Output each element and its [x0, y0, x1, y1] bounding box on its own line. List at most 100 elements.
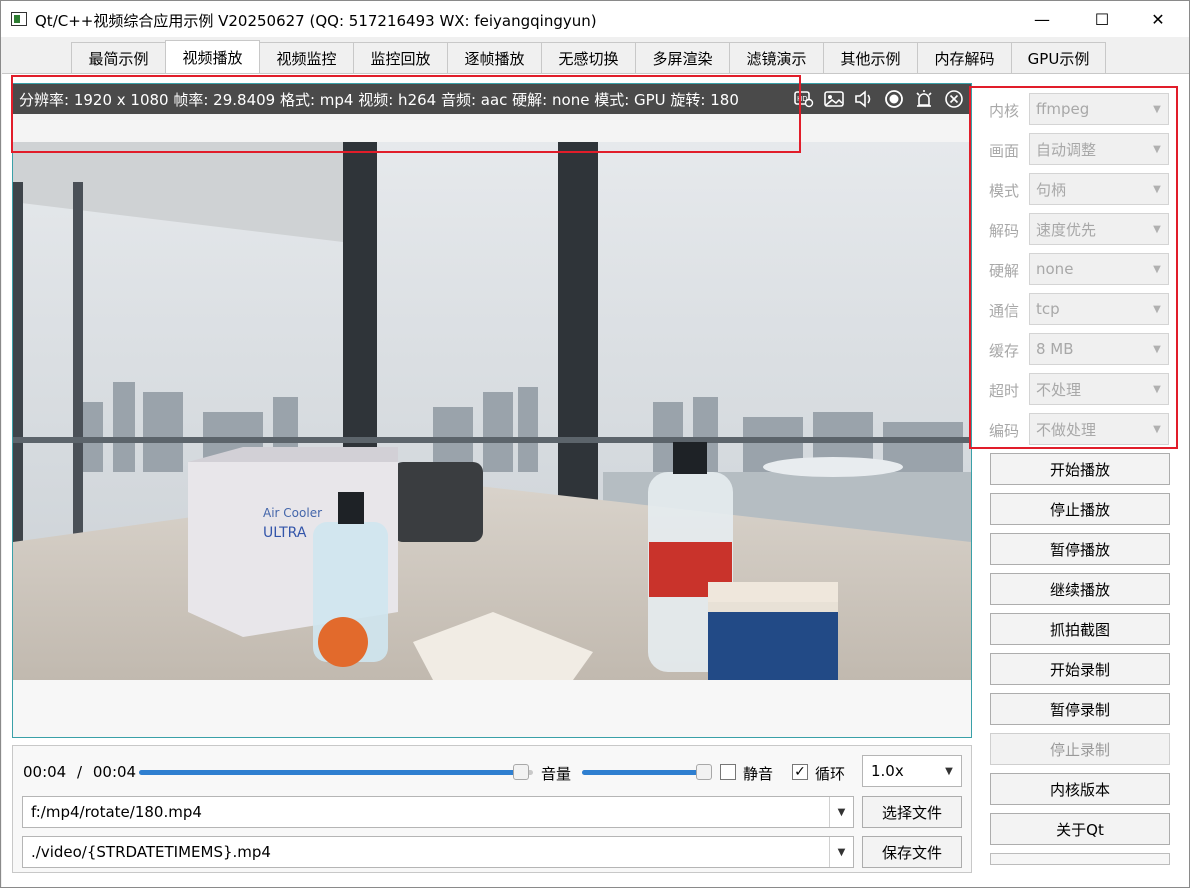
- setting-picture-select[interactable]: 自动调整 ▼: [1029, 133, 1169, 165]
- status-progress: [990, 853, 1170, 865]
- save-file-button[interactable]: 保存文件: [862, 836, 962, 868]
- loop-label[interactable]: 循环: [815, 763, 845, 784]
- pause-play-button[interactable]: 暂停播放: [990, 533, 1170, 565]
- setting-hardware: 硬解 none ▼: [989, 253, 1169, 285]
- playback-controls: 00:04 / 00:04 音量 静音 ✓ 循环 1.0x ▼ f:/mp4/r…: [12, 745, 972, 873]
- capture-icon[interactable]: [883, 88, 905, 110]
- tab-simplest[interactable]: 最简示例: [71, 42, 166, 73]
- save-path-combo[interactable]: ./video/{STRDATETIMEMS}.mp4 ▼: [22, 836, 854, 868]
- setting-mode-label: 模式: [989, 182, 1020, 200]
- tab-multi-screen[interactable]: 多屏渲染: [635, 42, 730, 73]
- setting-picture-value: 自动调整: [1036, 140, 1097, 159]
- setting-encode-value: 不做处理: [1036, 420, 1097, 439]
- close-button[interactable]: ✕: [1135, 1, 1181, 37]
- tab-filter[interactable]: 滤镜演示: [729, 42, 824, 73]
- chevron-down-icon: ▼: [1153, 183, 1161, 195]
- about-qt-button[interactable]: 关于Qt: [990, 813, 1170, 845]
- progress-handle[interactable]: [513, 764, 530, 780]
- chevron-down-icon: ▼: [1153, 263, 1161, 275]
- setting-decode: 解码 速度优先 ▼: [989, 213, 1169, 245]
- chevron-down-icon: ▼: [1153, 383, 1161, 395]
- tab-playback[interactable]: 监控回放: [353, 42, 448, 73]
- tab-other[interactable]: 其他示例: [823, 42, 918, 73]
- setting-encode: 编码 不做处理 ▼: [989, 413, 1169, 445]
- setting-timeout-label: 超时: [989, 382, 1020, 400]
- setting-decode-value: 速度优先: [1036, 220, 1097, 239]
- setting-encode-select[interactable]: 不做处理 ▼: [1029, 413, 1169, 445]
- volume-handle[interactable]: [696, 764, 712, 780]
- setting-transport-label: 通信: [989, 302, 1020, 320]
- loop-checkbox[interactable]: ✓: [792, 764, 808, 780]
- chevron-down-icon: ▼: [1153, 223, 1161, 235]
- alarm-icon[interactable]: [913, 88, 935, 110]
- setting-mode: 模式 句柄 ▼: [989, 173, 1169, 205]
- select-file-button[interactable]: 选择文件: [862, 796, 962, 828]
- record-icon[interactable]: HD: [793, 88, 815, 110]
- video-widget[interactable]: 分辨率: 1920 x 1080 帧率: 29.8409 格式: mp4 视频:…: [12, 83, 972, 738]
- svg-text:Air Cooler: Air Cooler: [263, 506, 322, 520]
- setting-decode-label: 解码: [989, 222, 1020, 240]
- pause-record-button[interactable]: 暂停录制: [990, 693, 1170, 725]
- minimize-button[interactable]: —: [1019, 1, 1065, 37]
- snapshot-button[interactable]: 抓拍截图: [990, 613, 1170, 645]
- tab-gpu[interactable]: GPU示例: [1011, 42, 1106, 73]
- stop-play-button[interactable]: 停止播放: [990, 493, 1170, 525]
- stop-record-button[interactable]: 停止录制: [990, 733, 1170, 765]
- tab-bar: 最简示例 视频播放 视频监控 监控回放 逐帧播放 无感切换 多屏渲染 滤镜演示 …: [71, 40, 1106, 73]
- tab-memory-decode[interactable]: 内存解码: [917, 42, 1012, 73]
- volume-icon[interactable]: [853, 88, 875, 110]
- volume-label: 音量: [541, 765, 572, 783]
- chevron-down-icon: ▼: [1153, 343, 1161, 355]
- setting-mode-value: 句柄: [1036, 180, 1067, 199]
- main-window: Qt/C++视频综合应用示例 V20250627 (QQ: 517216493 …: [0, 0, 1190, 888]
- video-frame: Air Cooler ULTRA: [13, 142, 971, 680]
- file-path-combo[interactable]: f:/mp4/rotate/180.mp4 ▼: [22, 796, 854, 828]
- chevron-down-icon: ▼: [1153, 143, 1161, 155]
- volume-slider[interactable]: [582, 764, 712, 780]
- setting-cache-select[interactable]: 8 MB ▼: [1029, 333, 1169, 365]
- tab-frame-step[interactable]: 逐帧播放: [447, 42, 542, 73]
- tab-video-play[interactable]: 视频播放: [165, 40, 260, 73]
- video-top-margin: [13, 114, 971, 142]
- setting-mode-select[interactable]: 句柄 ▼: [1029, 173, 1169, 205]
- tab-video-monitor[interactable]: 视频监控: [259, 42, 354, 73]
- progress-fill: [139, 770, 522, 775]
- setting-decode-select[interactable]: 速度优先 ▼: [1029, 213, 1169, 245]
- mute-checkbox[interactable]: [720, 764, 736, 780]
- time-total: 00:04: [92, 763, 137, 781]
- chevron-down-icon: ▼: [829, 837, 853, 867]
- setting-timeout: 超时 不处理 ▼: [989, 373, 1169, 405]
- maximize-button[interactable]: ☐: [1079, 1, 1125, 37]
- snapshot-icon[interactable]: [823, 88, 845, 110]
- setting-hardware-select[interactable]: none ▼: [1029, 253, 1169, 285]
- core-version-button[interactable]: 内核版本: [990, 773, 1170, 805]
- volume-fill: [582, 770, 711, 775]
- start-record-button[interactable]: 开始录制: [990, 653, 1170, 685]
- app-icon: [11, 12, 27, 26]
- time-current: 00:04: [23, 763, 67, 781]
- chevron-down-icon: ▼: [945, 765, 953, 777]
- resume-play-button[interactable]: 继续播放: [990, 573, 1170, 605]
- setting-cache: 缓存 8 MB ▼: [989, 333, 1169, 365]
- setting-picture: 画面 自动调整 ▼: [989, 133, 1169, 165]
- setting-timeout-select[interactable]: 不处理 ▼: [1029, 373, 1169, 405]
- progress-slider[interactable]: [139, 764, 533, 780]
- start-play-button[interactable]: 开始播放: [990, 453, 1170, 485]
- setting-transport: 通信 tcp ▼: [989, 293, 1169, 325]
- setting-timeout-value: 不处理: [1036, 380, 1082, 399]
- speed-select[interactable]: 1.0x ▼: [862, 755, 962, 787]
- setting-encode-label: 编码: [989, 422, 1020, 440]
- mute-label[interactable]: 静音: [743, 763, 773, 784]
- chevron-down-icon: ▼: [1153, 303, 1161, 315]
- setting-core-select[interactable]: ffmpeg ▼: [1029, 93, 1169, 125]
- close-circle-icon[interactable]: [943, 88, 965, 110]
- video-toolbar: HD: [793, 88, 965, 110]
- setting-core: 内核 ffmpeg ▼: [989, 93, 1169, 125]
- setting-picture-label: 画面: [989, 142, 1020, 160]
- tab-seamless-switch[interactable]: 无感切换: [541, 42, 636, 73]
- chevron-down-icon: ▼: [1153, 103, 1161, 115]
- save-path-value: ./video/{STRDATETIMEMS}.mp4: [31, 843, 271, 861]
- time-display: 00:04 / 00:04: [23, 763, 136, 781]
- file-path-value: f:/mp4/rotate/180.mp4: [31, 803, 202, 821]
- setting-transport-select[interactable]: tcp ▼: [1029, 293, 1169, 325]
